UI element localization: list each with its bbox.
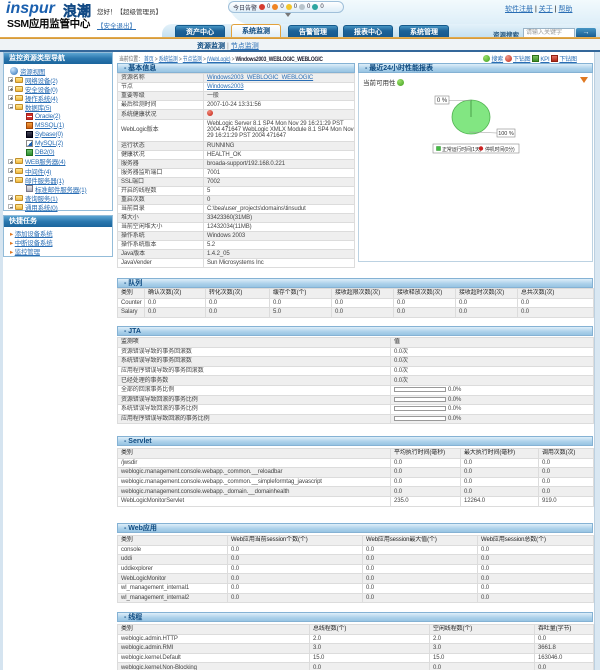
svg-text:正常运行时间(1天): 正常运行时间(1天) — [442, 146, 482, 153]
svg-text:100 %: 100 % — [498, 131, 514, 137]
svg-text:0 %: 0 % — [437, 98, 448, 104]
svg-text:停机时间(0分): 停机时间(0分) — [485, 146, 515, 153]
